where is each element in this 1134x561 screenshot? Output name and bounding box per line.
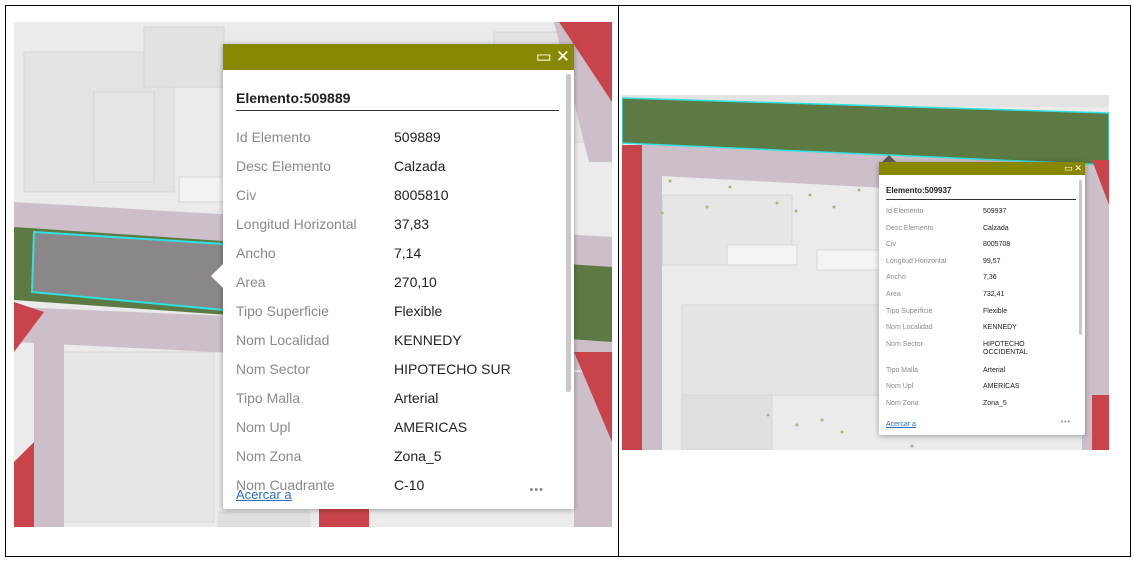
popup-controls: ▭ ✕ — [536, 47, 570, 67]
attribute-label: Tipo Superficie — [886, 307, 933, 315]
zoom-to-link[interactable]: Acercar a — [886, 421, 916, 428]
attribute-row: Longitud Horizontal 37,83 — [236, 209, 566, 238]
attribute-row: Tipo Malla Arterial — [886, 364, 1081, 381]
attribute-row: Nom Sector HIPOTECHO OCCIDENTAL — [886, 338, 1081, 364]
popup-pointer — [882, 155, 896, 162]
attribute-label: Tipo Malla — [886, 366, 919, 374]
attribute-value: 509937 — [983, 208, 1007, 215]
attribute-label: Nom Sector — [886, 340, 923, 348]
popup-scrollbar[interactable] — [566, 74, 571, 392]
attribute-row: Nom Upl AMERICAS — [236, 412, 566, 441]
attribute-row: Area 732,41 — [886, 288, 1081, 305]
attribute-label: Id Elemento — [236, 128, 311, 145]
feature-info-popup-small: ▭ ✕ Elemento:509937 Id Elemento 509937 De… — [879, 155, 1085, 435]
attribute-value: Flexible — [394, 302, 443, 319]
title-divider — [886, 199, 1076, 200]
attribute-label: Nom Localidad — [886, 324, 933, 332]
attribute-value: 7,36 — [983, 274, 997, 282]
attribute-value: Flexible — [983, 307, 1008, 315]
attribute-value: Arterial — [983, 366, 1006, 374]
attribute-value: 8005810 — [394, 186, 449, 203]
attribute-value: AMERICAS — [394, 418, 468, 435]
attribute-label: Civ — [886, 241, 897, 249]
attribute-row: Tipo Superficie Flexible — [886, 305, 1081, 322]
attribute-label: Nom Localidad — [236, 331, 330, 348]
attribute-label: Ancho — [236, 244, 276, 261]
attribute-row: Tipo Superficie Flexible — [236, 296, 566, 325]
attribute-value: 99,57 — [983, 257, 1001, 265]
attribute-row: Nom Zona Zona_5 — [236, 441, 566, 470]
attribute-label: Area — [886, 290, 901, 298]
attribute-value: Zona_5 — [983, 399, 1007, 407]
close-icon[interactable]: ✕ — [1074, 163, 1082, 174]
attribute-label: Tipo Malla — [236, 389, 301, 406]
attribute-value: KENNEDY — [983, 324, 1017, 332]
popup-title: Elemento:509889 — [236, 90, 351, 106]
attribute-label: Ancho — [886, 274, 906, 282]
attribute-label: Nom Upl — [236, 418, 291, 435]
attribute-row: Area 270,10 — [236, 267, 566, 296]
attribute-row: Longitud Horizontal 99,57 — [886, 255, 1081, 272]
attribute-label: Nom Sector — [236, 360, 310, 377]
attribute-row: Desc Elemento Calzada — [236, 151, 566, 180]
attribute-value: 732,41 — [983, 290, 1005, 298]
attribute-row: Desc Elemento Calzada — [886, 222, 1081, 239]
attribute-label: Longitud Horizontal — [886, 257, 947, 265]
attribute-label: Id Elemento — [886, 208, 924, 215]
attribute-value: AMERICAS — [983, 383, 1020, 391]
more-actions-icon[interactable]: ••• — [529, 484, 544, 496]
attribute-label: Desc Elemento — [236, 157, 331, 174]
attribute-value: Arterial — [394, 389, 439, 406]
attribute-value: Calzada — [983, 224, 1009, 232]
attribute-label: Desc Elemento — [886, 224, 934, 232]
attribute-label: Longitud Horizontal — [236, 215, 357, 232]
attribute-row: Id Elemento 509889 — [236, 122, 566, 151]
attribute-value: HIPOTECHO OCCIDENTAL — [983, 340, 1028, 356]
table-column-divider — [618, 5, 619, 557]
popup-pointer — [211, 264, 223, 288]
attribute-row: Nom Localidad KENNEDY — [236, 325, 566, 354]
attribute-row: Ancho 7,14 — [236, 238, 566, 267]
title-divider — [236, 110, 559, 111]
attribute-list: Id Elemento 509889 Desc Elemento Calzada C… — [236, 122, 566, 499]
attribute-row: Id Elemento 509937 — [886, 205, 1081, 222]
popup-scrollbar[interactable] — [1079, 180, 1082, 335]
feature-info-popup: ▭ ✕ Elemento:509889 Id Elemento 509889 De… — [211, 44, 574, 509]
attribute-value: Calzada — [394, 157, 446, 174]
attribute-label: Nom Zona — [886, 399, 919, 407]
attribute-label: Civ — [236, 186, 257, 203]
attribute-label: Area — [236, 273, 266, 290]
popup-header: ▭ ✕ — [879, 162, 1085, 175]
close-icon[interactable]: ✕ — [556, 47, 570, 67]
zoom-to-link[interactable]: Acercar a — [236, 487, 292, 502]
attribute-value: 270,10 — [394, 273, 437, 290]
attribute-value: 509889 — [394, 128, 441, 145]
attribute-label: Nom Zona — [236, 447, 302, 464]
attribute-row: Nom Upl AMERICAS — [886, 380, 1081, 397]
attribute-row: Nom Sector HIPOTECHO SUR — [236, 354, 566, 383]
attribute-value: HIPOTECHO SUR — [394, 360, 511, 377]
attribute-row: Nom Localidad KENNEDY — [886, 321, 1081, 338]
maximize-icon[interactable]: ▭ — [1064, 163, 1073, 174]
attribute-label: Tipo Superficie — [236, 302, 329, 319]
attribute-value: Zona_5 — [394, 447, 442, 464]
attribute-row: Tipo Malla Arterial — [236, 383, 566, 412]
attribute-row: Nom Zona Zona_5 — [886, 397, 1081, 414]
attribute-value: 8005708 — [983, 241, 1011, 249]
attribute-value: 7,14 — [394, 244, 422, 261]
attribute-value: C-10 — [394, 476, 425, 493]
popup-controls: ▭ ✕ — [1064, 163, 1082, 174]
attribute-row: Civ 8005708 — [886, 238, 1081, 255]
attribute-label: Nom Upl — [886, 383, 914, 391]
attribute-value: 37,83 — [394, 215, 430, 232]
attribute-row: Civ 8005810 — [236, 180, 566, 209]
popup-header: ▭ ✕ — [223, 44, 574, 70]
more-actions-icon[interactable]: ••• — [1061, 419, 1071, 426]
attribute-row: Ancho 7,36 — [886, 271, 1081, 288]
attribute-list: Id Elemento 509937 Desc Elemento Calzada C… — [886, 205, 1081, 414]
attribute-value: KENNEDY — [394, 331, 462, 348]
popup-title: Elemento:509937 — [886, 186, 952, 195]
maximize-icon[interactable]: ▭ — [536, 47, 552, 67]
